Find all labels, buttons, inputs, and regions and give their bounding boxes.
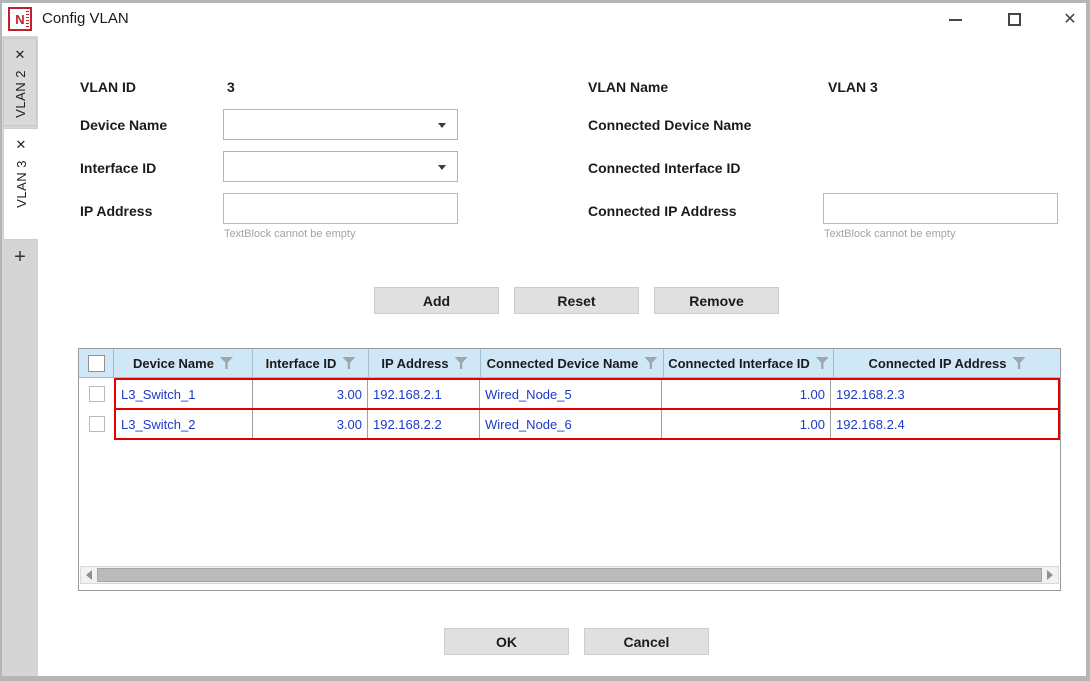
cell-device-name[interactable]: L3_Switch_1: [116, 380, 253, 408]
connected-ip-validation-hint: TextBlock cannot be empty: [824, 228, 955, 240]
tab-close-icon[interactable]: ✕: [15, 48, 26, 61]
filter-icon[interactable]: [220, 357, 233, 369]
cell-connected-ip-address[interactable]: 192.168.2.4: [831, 410, 1058, 438]
cancel-button[interactable]: Cancel: [584, 628, 709, 655]
scroll-right-button[interactable]: [1042, 567, 1058, 583]
column-label: Device Name: [133, 356, 214, 371]
column-label: Connected Device Name: [487, 356, 639, 371]
logo-letter: N: [15, 12, 24, 27]
minimize-icon: [949, 19, 962, 21]
tab-strip: ✕ VLAN 2 ✕ VLAN 3 +: [2, 36, 38, 676]
add-button[interactable]: Add: [374, 287, 499, 314]
cell-connected-device-name[interactable]: Wired_Node_5: [480, 380, 662, 408]
cell-ip-address[interactable]: 192.168.2.2: [368, 410, 480, 438]
cell-connected-interface-id[interactable]: 1.00: [662, 410, 831, 438]
chevron-down-icon: [438, 165, 446, 170]
column-header-ip-address[interactable]: IP Address: [369, 349, 481, 377]
remove-button[interactable]: Remove: [654, 287, 779, 314]
scrollbar-thumb[interactable]: [97, 568, 1042, 582]
select-all-header-cell: [79, 349, 114, 377]
scroll-left-icon: [86, 570, 92, 580]
device-name-label: Device Name: [80, 117, 167, 133]
vlan-id-value: 3: [227, 79, 235, 95]
column-header-connected-interface-id[interactable]: Connected Interface ID: [664, 349, 834, 377]
title-bar: N Config VLAN ✕: [2, 3, 1086, 36]
ip-address-label: IP Address: [80, 203, 152, 219]
table-header-row: Device Name Interface ID IP Address Conn…: [79, 349, 1060, 378]
tab-vlan-2[interactable]: ✕ VLAN 2: [3, 38, 37, 126]
horizontal-scrollbar[interactable]: [80, 566, 1059, 584]
add-tab-button[interactable]: +: [2, 242, 38, 272]
connected-interface-id-label: Connected Interface ID: [588, 160, 740, 176]
cell-connected-ip-address[interactable]: 192.168.2.3: [831, 380, 1058, 408]
cell-interface-id[interactable]: 3.00: [253, 410, 368, 438]
cell-interface-id[interactable]: 3.00: [253, 380, 368, 408]
cell-ip-address[interactable]: 192.168.2.1: [368, 380, 480, 408]
vlan-name-label: VLAN Name: [588, 79, 668, 95]
select-all-checkbox[interactable]: [88, 355, 105, 372]
interface-id-label: Interface ID: [80, 160, 156, 176]
filter-icon[interactable]: [644, 357, 657, 369]
column-label: Connected IP Address: [869, 356, 1007, 371]
window-border-bottom: [0, 676, 1090, 681]
maximize-icon: [1008, 13, 1021, 26]
connected-device-name-label: Connected Device Name: [588, 117, 751, 133]
connected-ip-address-input[interactable]: [823, 193, 1058, 224]
tab-label: VLAN 3: [14, 160, 29, 208]
row-checkbox[interactable]: [89, 416, 105, 432]
ip-address-validation-hint: TextBlock cannot be empty: [224, 228, 355, 240]
close-button[interactable]: ✕: [1053, 3, 1087, 36]
column-label: Interface ID: [266, 356, 337, 371]
vlan-table: Device Name Interface ID IP Address Conn…: [78, 348, 1061, 591]
window-border-right: [1086, 0, 1090, 681]
column-header-interface-id[interactable]: Interface ID: [253, 349, 369, 377]
column-label: Connected Interface ID: [668, 356, 810, 371]
tab-close-icon[interactable]: ✕: [16, 138, 27, 151]
netsim-logo-icon: N: [8, 7, 32, 31]
cell-connected-interface-id[interactable]: 1.00: [662, 380, 831, 408]
connected-ip-address-label: Connected IP Address: [588, 203, 737, 219]
filter-icon[interactable]: [455, 357, 468, 369]
row-checkbox[interactable]: [89, 386, 105, 402]
vlan-name-value: VLAN 3: [828, 79, 878, 95]
filter-icon[interactable]: [342, 357, 355, 369]
cell-device-name[interactable]: L3_Switch_2: [116, 410, 253, 438]
column-header-connected-ip-address[interactable]: Connected IP Address: [834, 349, 1060, 377]
table-row[interactable]: L3_Switch_1 3.00 192.168.2.1 Wired_Node_…: [114, 378, 1060, 410]
chevron-down-icon: [438, 123, 446, 128]
cell-connected-device-name[interactable]: Wired_Node_6: [480, 410, 662, 438]
row-checkbox-cell: [79, 409, 114, 439]
column-header-connected-device-name[interactable]: Connected Device Name: [481, 349, 664, 377]
scroll-right-icon: [1047, 570, 1053, 580]
interface-id-combobox[interactable]: [223, 151, 458, 182]
vlan-id-label: VLAN ID: [80, 79, 136, 95]
filter-icon[interactable]: [1012, 357, 1025, 369]
column-header-device-name[interactable]: Device Name: [114, 349, 253, 377]
ip-address-input[interactable]: [223, 193, 458, 224]
column-label: IP Address: [381, 356, 448, 371]
close-icon: ✕: [1063, 12, 1076, 28]
reset-button[interactable]: Reset: [514, 287, 639, 314]
minimize-button[interactable]: [938, 3, 972, 36]
device-name-combobox[interactable]: [223, 109, 458, 140]
config-vlan-window: N Config VLAN ✕ ✕ VLAN 2 ✕ VLAN 3 + VLAN…: [0, 0, 1090, 681]
table-row[interactable]: L3_Switch_2 3.00 192.168.2.2 Wired_Node_…: [114, 408, 1060, 440]
ok-button[interactable]: OK: [444, 628, 569, 655]
window-title: Config VLAN: [42, 10, 129, 27]
tab-label: VLAN 2: [13, 70, 28, 118]
filter-icon[interactable]: [816, 357, 829, 369]
row-checkbox-cell: [79, 379, 114, 409]
tab-vlan-3[interactable]: ✕ VLAN 3: [3, 128, 38, 240]
maximize-button[interactable]: [997, 3, 1031, 36]
scroll-left-button[interactable]: [81, 567, 97, 583]
